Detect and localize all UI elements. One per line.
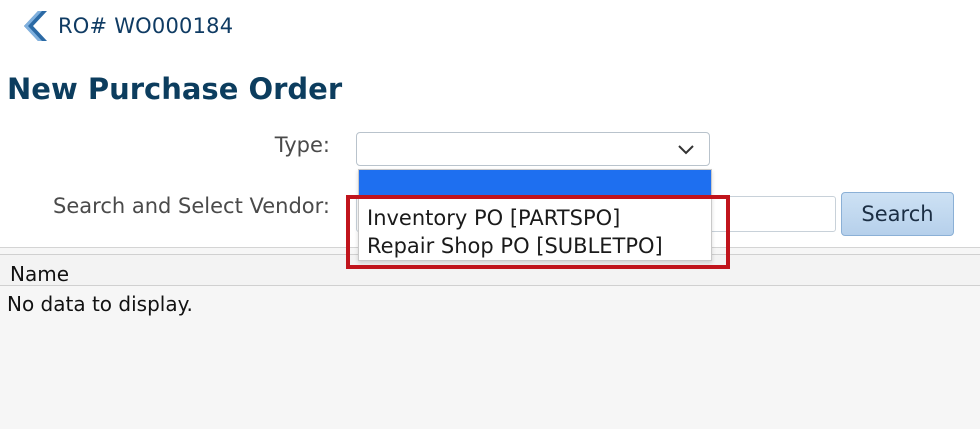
results-grid: Name No data to display. (0, 247, 980, 429)
empty-message: No data to display. (7, 292, 193, 316)
dropdown-option-repair-shop-po[interactable]: Repair Shop PO [SUBLETPO] (359, 231, 711, 261)
vendor-label: Search and Select Vendor: (53, 194, 330, 218)
dropdown-option-blank[interactable] (359, 170, 711, 198)
breadcrumb[interactable]: RO# WO000184 (22, 10, 233, 42)
chevron-down-icon (678, 145, 694, 155)
search-button[interactable]: Search (841, 192, 954, 236)
back-chevron-icon[interactable] (22, 10, 48, 42)
page-title: New Purchase Order (7, 72, 343, 106)
type-label: Type: (274, 133, 330, 157)
dropdown-option-inventory-po[interactable]: Inventory PO [PARTSPO] (359, 203, 711, 233)
type-dropdown-list[interactable]: Inventory PO [PARTSPO] Repair Shop PO [S… (358, 169, 712, 261)
type-select[interactable] (356, 132, 710, 166)
breadcrumb-label[interactable]: RO# WO000184 (58, 14, 233, 38)
column-header-name[interactable]: Name (10, 262, 69, 286)
